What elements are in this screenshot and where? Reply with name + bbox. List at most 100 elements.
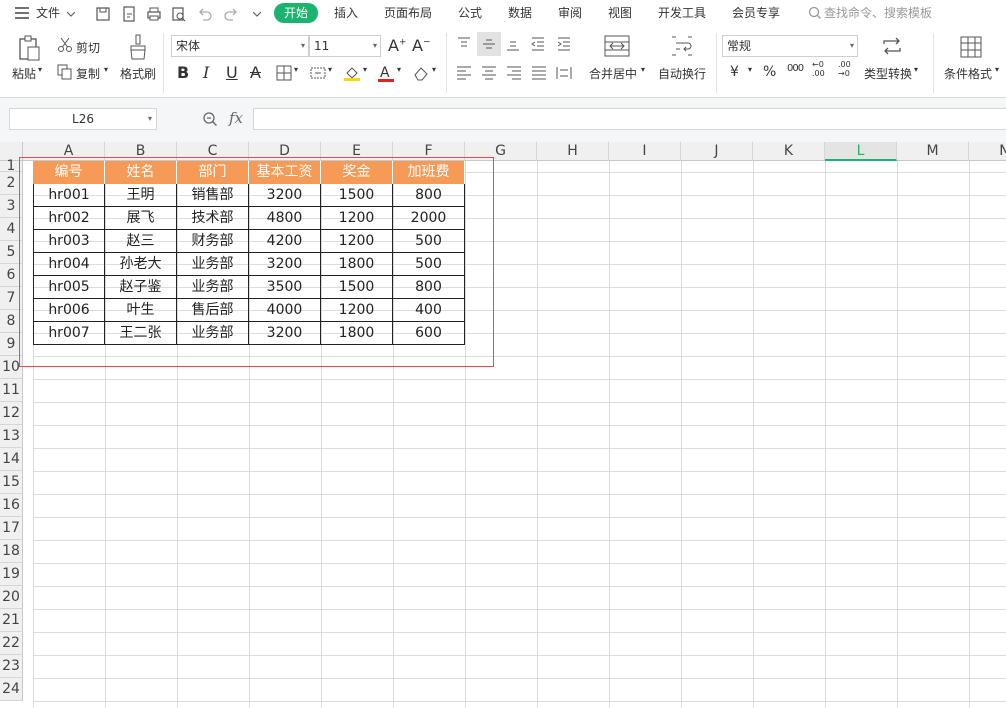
currency-dropdown-icon[interactable]: ▾	[748, 65, 752, 74]
file-menu[interactable]: 文件	[36, 0, 60, 27]
conditional-format-icon[interactable]	[960, 36, 982, 58]
align-middle-icon[interactable]	[477, 32, 501, 56]
merge-center-button[interactable]: 合并居中	[589, 65, 637, 82]
scissors-icon[interactable]	[57, 37, 73, 53]
tab-insert[interactable]: 插入	[334, 0, 358, 27]
number-format-select[interactable]: 常规 ▾	[722, 35, 858, 57]
align-top-icon[interactable]	[456, 37, 472, 51]
column-header-m[interactable]: M	[897, 142, 969, 161]
align-center-icon[interactable]	[481, 66, 497, 80]
search-command-input[interactable]: 查找命令、搜索模板	[824, 0, 932, 27]
align-bottom-icon[interactable]	[505, 37, 521, 51]
tab-start[interactable]: 开始	[274, 3, 319, 23]
cell-style-dropdown-icon[interactable]: ▾	[328, 65, 332, 74]
hamburger-menu-icon[interactable]	[14, 6, 30, 20]
row-header-24[interactable]: 24	[0, 678, 23, 701]
export-pdf-icon[interactable]	[120, 5, 138, 23]
conditional-format-button[interactable]: 条件格式	[944, 65, 992, 82]
wrap-text-button[interactable]: 自动换行	[658, 65, 706, 82]
clear-format-icon[interactable]	[412, 65, 430, 81]
copy-button[interactable]: 复制	[76, 65, 100, 82]
type-convert-button[interactable]: 类型转换	[864, 65, 912, 82]
border-dropdown-icon[interactable]: ▾	[294, 65, 298, 74]
column-header-j[interactable]: J	[681, 142, 753, 161]
function-icon[interactable]: fx	[229, 109, 243, 127]
tab-page-layout[interactable]: 页面布局	[384, 0, 432, 27]
row-header-19[interactable]: 19	[0, 563, 23, 586]
row-header-15[interactable]: 15	[0, 471, 23, 494]
row-header-18[interactable]: 18	[0, 540, 23, 563]
paste-dropdown-icon[interactable]: ▾	[38, 65, 42, 74]
decrease-indent-icon[interactable]	[530, 37, 546, 51]
fill-color-dropdown-icon[interactable]: ▾	[363, 65, 367, 74]
merge-dropdown-icon[interactable]: ▾	[641, 65, 645, 74]
cell-style-icon[interactable]	[310, 65, 326, 81]
row-header-17[interactable]: 17	[0, 517, 23, 540]
row-header-21[interactable]: 21	[0, 609, 23, 632]
format-painter-button[interactable]: 格式刷	[120, 65, 156, 82]
customize-toolbar-icon[interactable]	[248, 5, 266, 23]
cond-format-dropdown-icon[interactable]: ▾	[995, 65, 999, 74]
merge-center-icon[interactable]	[604, 35, 630, 57]
tab-review[interactable]: 审阅	[558, 0, 582, 27]
redo-icon[interactable]	[222, 5, 240, 23]
font-color-dropdown-icon[interactable]: ▾	[397, 65, 401, 74]
fill-color-icon[interactable]	[343, 64, 361, 82]
clear-format-dropdown-icon[interactable]: ▾	[432, 65, 436, 74]
row-header-11[interactable]: 11	[0, 379, 23, 402]
font-name-select[interactable]: 宋体 ▾	[171, 35, 309, 57]
copy-dropdown-icon[interactable]: ▾	[104, 65, 108, 74]
column-header-k[interactable]: K	[753, 142, 825, 161]
search-icon[interactable]	[808, 6, 822, 20]
type-convert-dropdown-icon[interactable]: ▾	[914, 65, 918, 74]
column-header-h[interactable]: H	[537, 142, 609, 161]
decrease-decimal-icon[interactable]: .00 →0	[838, 60, 851, 78]
align-left-icon[interactable]	[456, 66, 472, 80]
save-icon[interactable]	[94, 5, 112, 23]
row-header-20[interactable]: 20	[0, 586, 23, 609]
row-header-13[interactable]: 13	[0, 425, 23, 448]
row-header-14[interactable]: 14	[0, 448, 23, 471]
copy-icon[interactable]	[57, 64, 73, 80]
distribute-icon[interactable]	[556, 66, 572, 80]
font-color-icon[interactable]: A	[377, 63, 395, 83]
print-icon[interactable]	[145, 5, 163, 23]
underline-icon[interactable]: U	[226, 63, 238, 82]
increase-decimal-icon[interactable]: ←0.00	[812, 60, 825, 78]
row-header-22[interactable]: 22	[0, 632, 23, 655]
increase-indent-icon[interactable]	[556, 37, 572, 51]
percent-icon[interactable]: %	[763, 64, 776, 80]
tab-view[interactable]: 视图	[608, 0, 632, 27]
print-preview-icon[interactable]	[170, 5, 188, 23]
paste-icon[interactable]	[16, 35, 42, 61]
tab-developer[interactable]: 开发工具	[658, 0, 706, 27]
spreadsheet-grid[interactable]: ABCDEFGHIJKLMN 1 2 3 4 5 6 7 8 9 10 11 12 13 14 15 16 17…	[0, 142, 1006, 708]
column-header-i[interactable]: I	[609, 142, 681, 161]
tab-data[interactable]: 数据	[508, 0, 532, 27]
border-icon[interactable]	[276, 65, 292, 81]
column-header-l[interactable]: L	[825, 142, 897, 161]
currency-icon[interactable]: ¥	[730, 64, 739, 80]
tab-member[interactable]: 会员专享	[732, 0, 780, 27]
row-header-12[interactable]: 12	[0, 402, 23, 425]
type-convert-icon[interactable]	[881, 36, 903, 56]
bold-icon[interactable]: B	[177, 63, 189, 82]
chevron-down-icon[interactable]	[66, 9, 76, 19]
paste-button[interactable]: 粘贴	[12, 65, 36, 82]
increase-font-icon[interactable]: A+	[388, 36, 407, 55]
format-painter-icon[interactable]	[127, 34, 149, 60]
strikethrough-icon[interactable]: A	[250, 63, 261, 82]
column-header-n[interactable]: N	[969, 142, 1006, 161]
name-box[interactable]: L26 ▾	[9, 108, 157, 130]
row-header-23[interactable]: 23	[0, 655, 23, 678]
thousands-separator-icon[interactable]: 000	[787, 63, 804, 74]
wrap-text-icon[interactable]	[670, 35, 694, 57]
justify-icon[interactable]	[531, 66, 547, 80]
zoom-icon[interactable]	[202, 111, 218, 127]
font-size-select[interactable]: 11 ▾	[309, 35, 381, 57]
align-right-icon[interactable]	[506, 66, 522, 80]
formula-input[interactable]	[253, 108, 1006, 130]
row-header-16[interactable]: 16	[0, 494, 23, 517]
decrease-font-icon[interactable]: A−	[412, 36, 431, 55]
italic-icon[interactable]: I	[203, 63, 209, 82]
